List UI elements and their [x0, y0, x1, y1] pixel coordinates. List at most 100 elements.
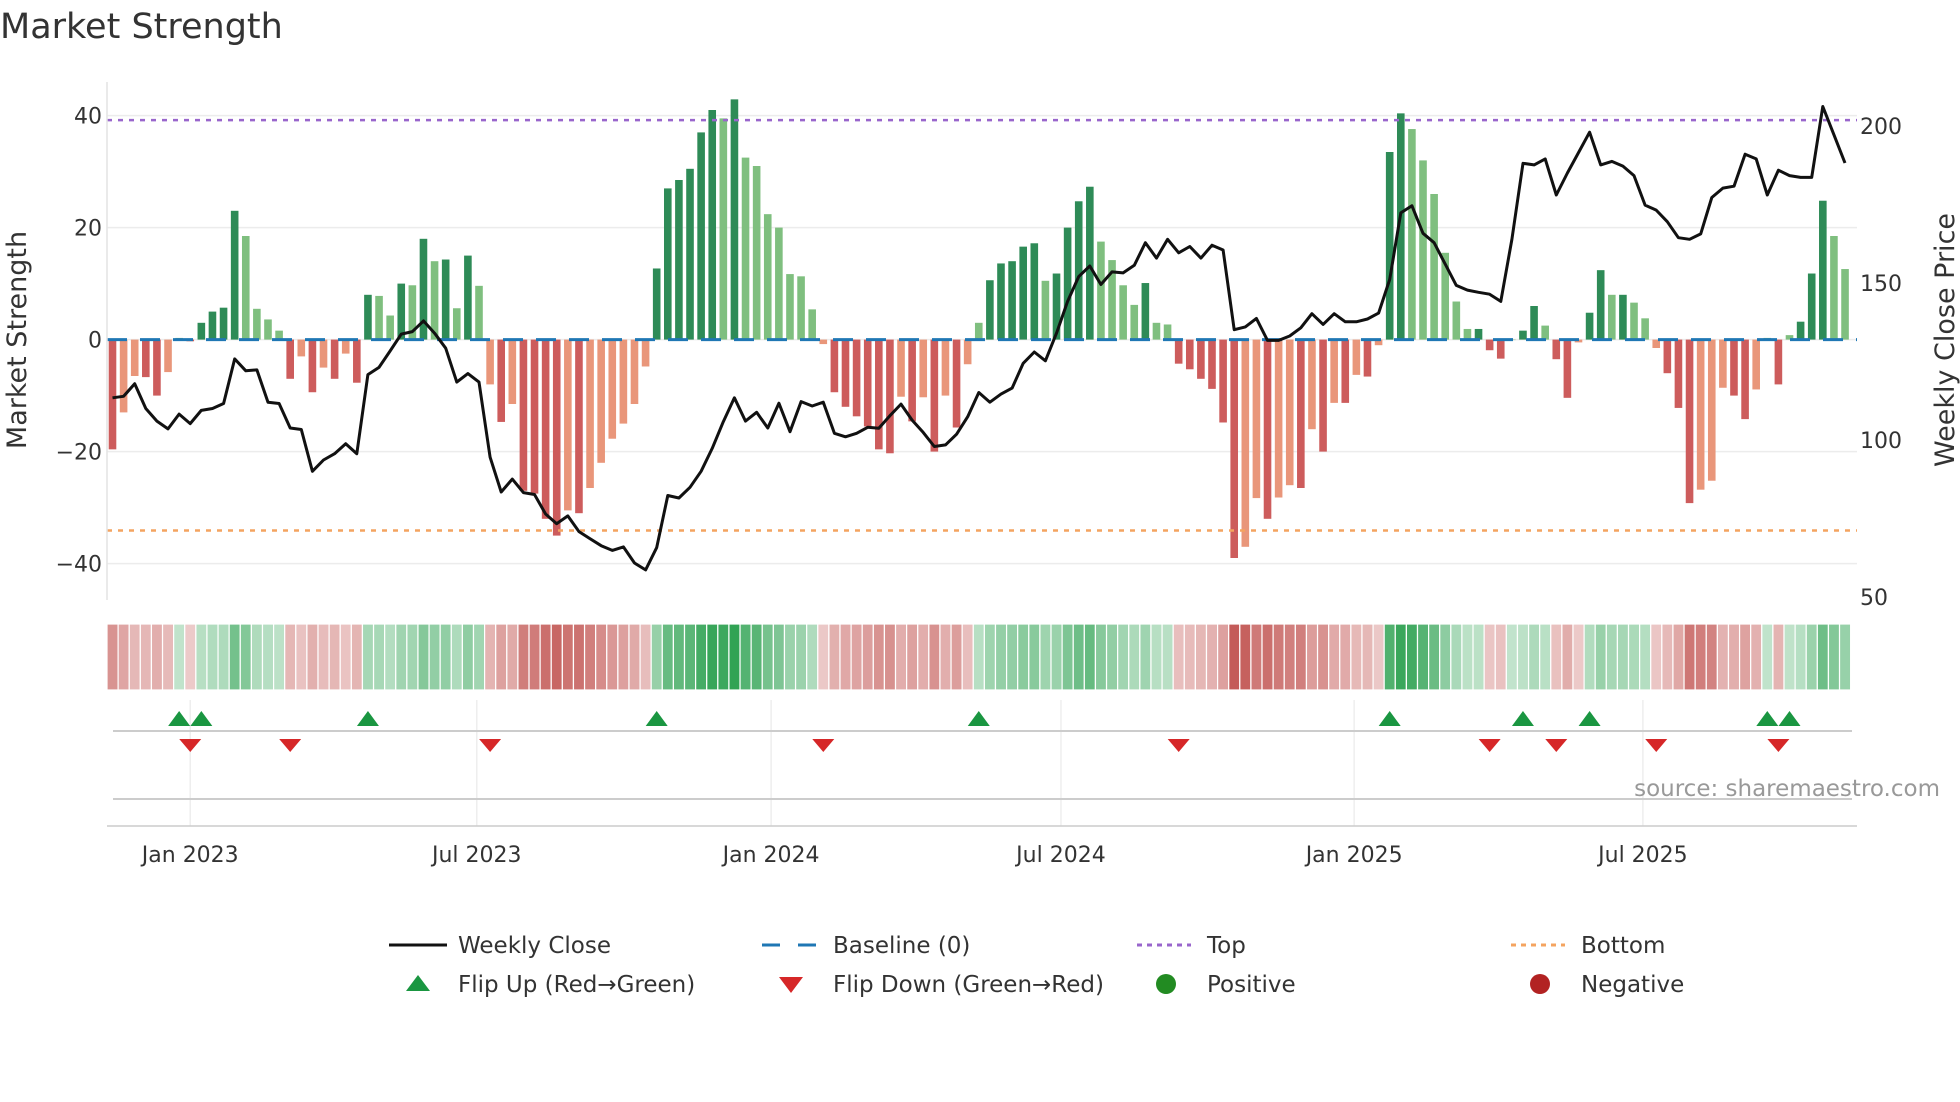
- heatmap-cell: [1072, 623, 1085, 691]
- heatmap-cell: [561, 623, 575, 691]
- strength-bar: [797, 276, 805, 340]
- strength-bar: [308, 339, 317, 393]
- heatmap-cell: [606, 623, 619, 691]
- y2-tick-label: 150: [1860, 272, 1902, 297]
- heatmap-cell: [1328, 623, 1341, 691]
- heatmap-cell: [861, 623, 874, 691]
- heatmap-cell: [106, 623, 119, 691]
- heatmap-cell: [517, 623, 530, 691]
- heatmap-cell: [173, 623, 186, 691]
- strength-bar: [930, 339, 939, 452]
- heatmap-cell: [406, 623, 419, 691]
- strength-bar: [852, 339, 861, 417]
- heatmap-cell: [1117, 623, 1130, 691]
- heatmap-cell: [1139, 623, 1152, 691]
- y-tick-label: 40: [74, 105, 102, 130]
- market-strength-chart: Market Strength Jan 2023 Jul 2023 Jan 2024…: [0, 7, 1960, 998]
- x-tick-label: Jul 2023: [430, 843, 522, 868]
- strength-bar: [1141, 283, 1150, 340]
- heatmap-cell: [539, 623, 552, 691]
- strength-bar: [1152, 322, 1161, 340]
- heatmap-cell: [428, 623, 441, 691]
- heatmap-cell: [1439, 623, 1452, 691]
- heatmap-cell: [1683, 623, 1696, 691]
- heatmap-cell: [739, 623, 752, 691]
- heatmap-cell: [250, 623, 264, 691]
- strength-bar: [1541, 325, 1549, 340]
- heatmap-cell: [1316, 623, 1330, 691]
- x-tick-label: Jan 2024: [721, 843, 820, 868]
- strength-bar: [1163, 324, 1172, 340]
- strength-bar: [586, 339, 594, 488]
- strength-bar: [119, 339, 128, 413]
- heatmap-cell: [650, 623, 663, 691]
- strength-bar: [452, 308, 461, 340]
- flip-down-marker: [1645, 739, 1668, 752]
- heatmap-cell: [1783, 623, 1796, 691]
- heatmap-cell: [495, 623, 508, 691]
- heatmap-cell: [272, 623, 286, 691]
- strength-bar: [1030, 243, 1039, 340]
- heatmap-cell: [1050, 623, 1063, 691]
- heatmap-cell: [506, 623, 519, 691]
- flip-up-marker: [356, 711, 379, 726]
- strength-bar: [819, 339, 828, 345]
- circle-icon: [1156, 974, 1176, 994]
- x-tick-label: Jan 2025: [1304, 843, 1403, 868]
- flip-down-marker: [812, 739, 835, 752]
- heatmap-cell: [1350, 623, 1363, 691]
- heatmap-cell: [1827, 623, 1841, 691]
- heatmap-cell: [1361, 623, 1374, 691]
- strength-bar: [675, 180, 683, 340]
- strength-bar: [286, 339, 294, 379]
- heatmap-cell: [761, 623, 774, 691]
- strength-bar: [664, 188, 672, 340]
- heatmap-cell: [961, 623, 974, 691]
- heatmap-cell: [261, 623, 275, 691]
- strength-bar: [1819, 200, 1827, 340]
- heatmap-cell: [1450, 623, 1463, 691]
- heatmap-cell: [1205, 623, 1219, 691]
- heatmap-cell: [1461, 623, 1474, 691]
- flip-up-marker: [1578, 711, 1601, 726]
- heatmap-cell: [772, 623, 786, 691]
- strength-bar: [752, 166, 761, 340]
- heatmap-cell: [583, 623, 597, 691]
- heatmap-cell: [339, 623, 352, 691]
- strength-bar: [364, 294, 372, 340]
- strength-bar: [863, 339, 872, 427]
- legend-label-top: Top: [1206, 933, 1246, 959]
- strength-bar: [619, 339, 628, 424]
- heatmap-cell: [206, 623, 219, 691]
- strength-bar: [608, 339, 617, 439]
- heatmap-cell: [1594, 623, 1607, 691]
- heatmap-cell: [783, 623, 797, 691]
- flip-down-marker: [179, 739, 202, 752]
- flip-up-marker: [1756, 711, 1779, 726]
- heatmap-cell: [239, 623, 252, 691]
- legend-label-weekly-close: Weekly Close: [458, 933, 611, 959]
- x-tick-label: Jul 2025: [1596, 843, 1688, 868]
- legend-label-flip-down-green-red: Flip Down (Green→Red): [833, 972, 1104, 998]
- strength-bar: [1086, 186, 1094, 340]
- heatmap-cell: [994, 623, 1008, 691]
- strength-bar: [719, 118, 728, 340]
- strength-bar: [597, 339, 605, 463]
- flip-up-marker: [967, 711, 990, 726]
- heatmap-cell: [917, 623, 930, 691]
- heatmap-cell: [395, 623, 408, 691]
- heatmap-cell: [1261, 623, 1274, 691]
- strength-bar: [575, 339, 583, 514]
- flip-down-marker: [479, 739, 502, 752]
- heatmap-cell: [728, 623, 741, 691]
- strength-bar: [1097, 241, 1105, 340]
- strength-bar: [808, 309, 816, 340]
- triangle-up-icon: [406, 975, 430, 991]
- flip-up-marker: [1511, 711, 1534, 726]
- strength-bar: [941, 339, 950, 396]
- strength-bar: [708, 110, 717, 340]
- strength-heatmap-strip: [106, 623, 1852, 691]
- strength-bar: [1563, 339, 1572, 398]
- strength-bar: [908, 339, 916, 422]
- heatmap-cell: [439, 623, 452, 691]
